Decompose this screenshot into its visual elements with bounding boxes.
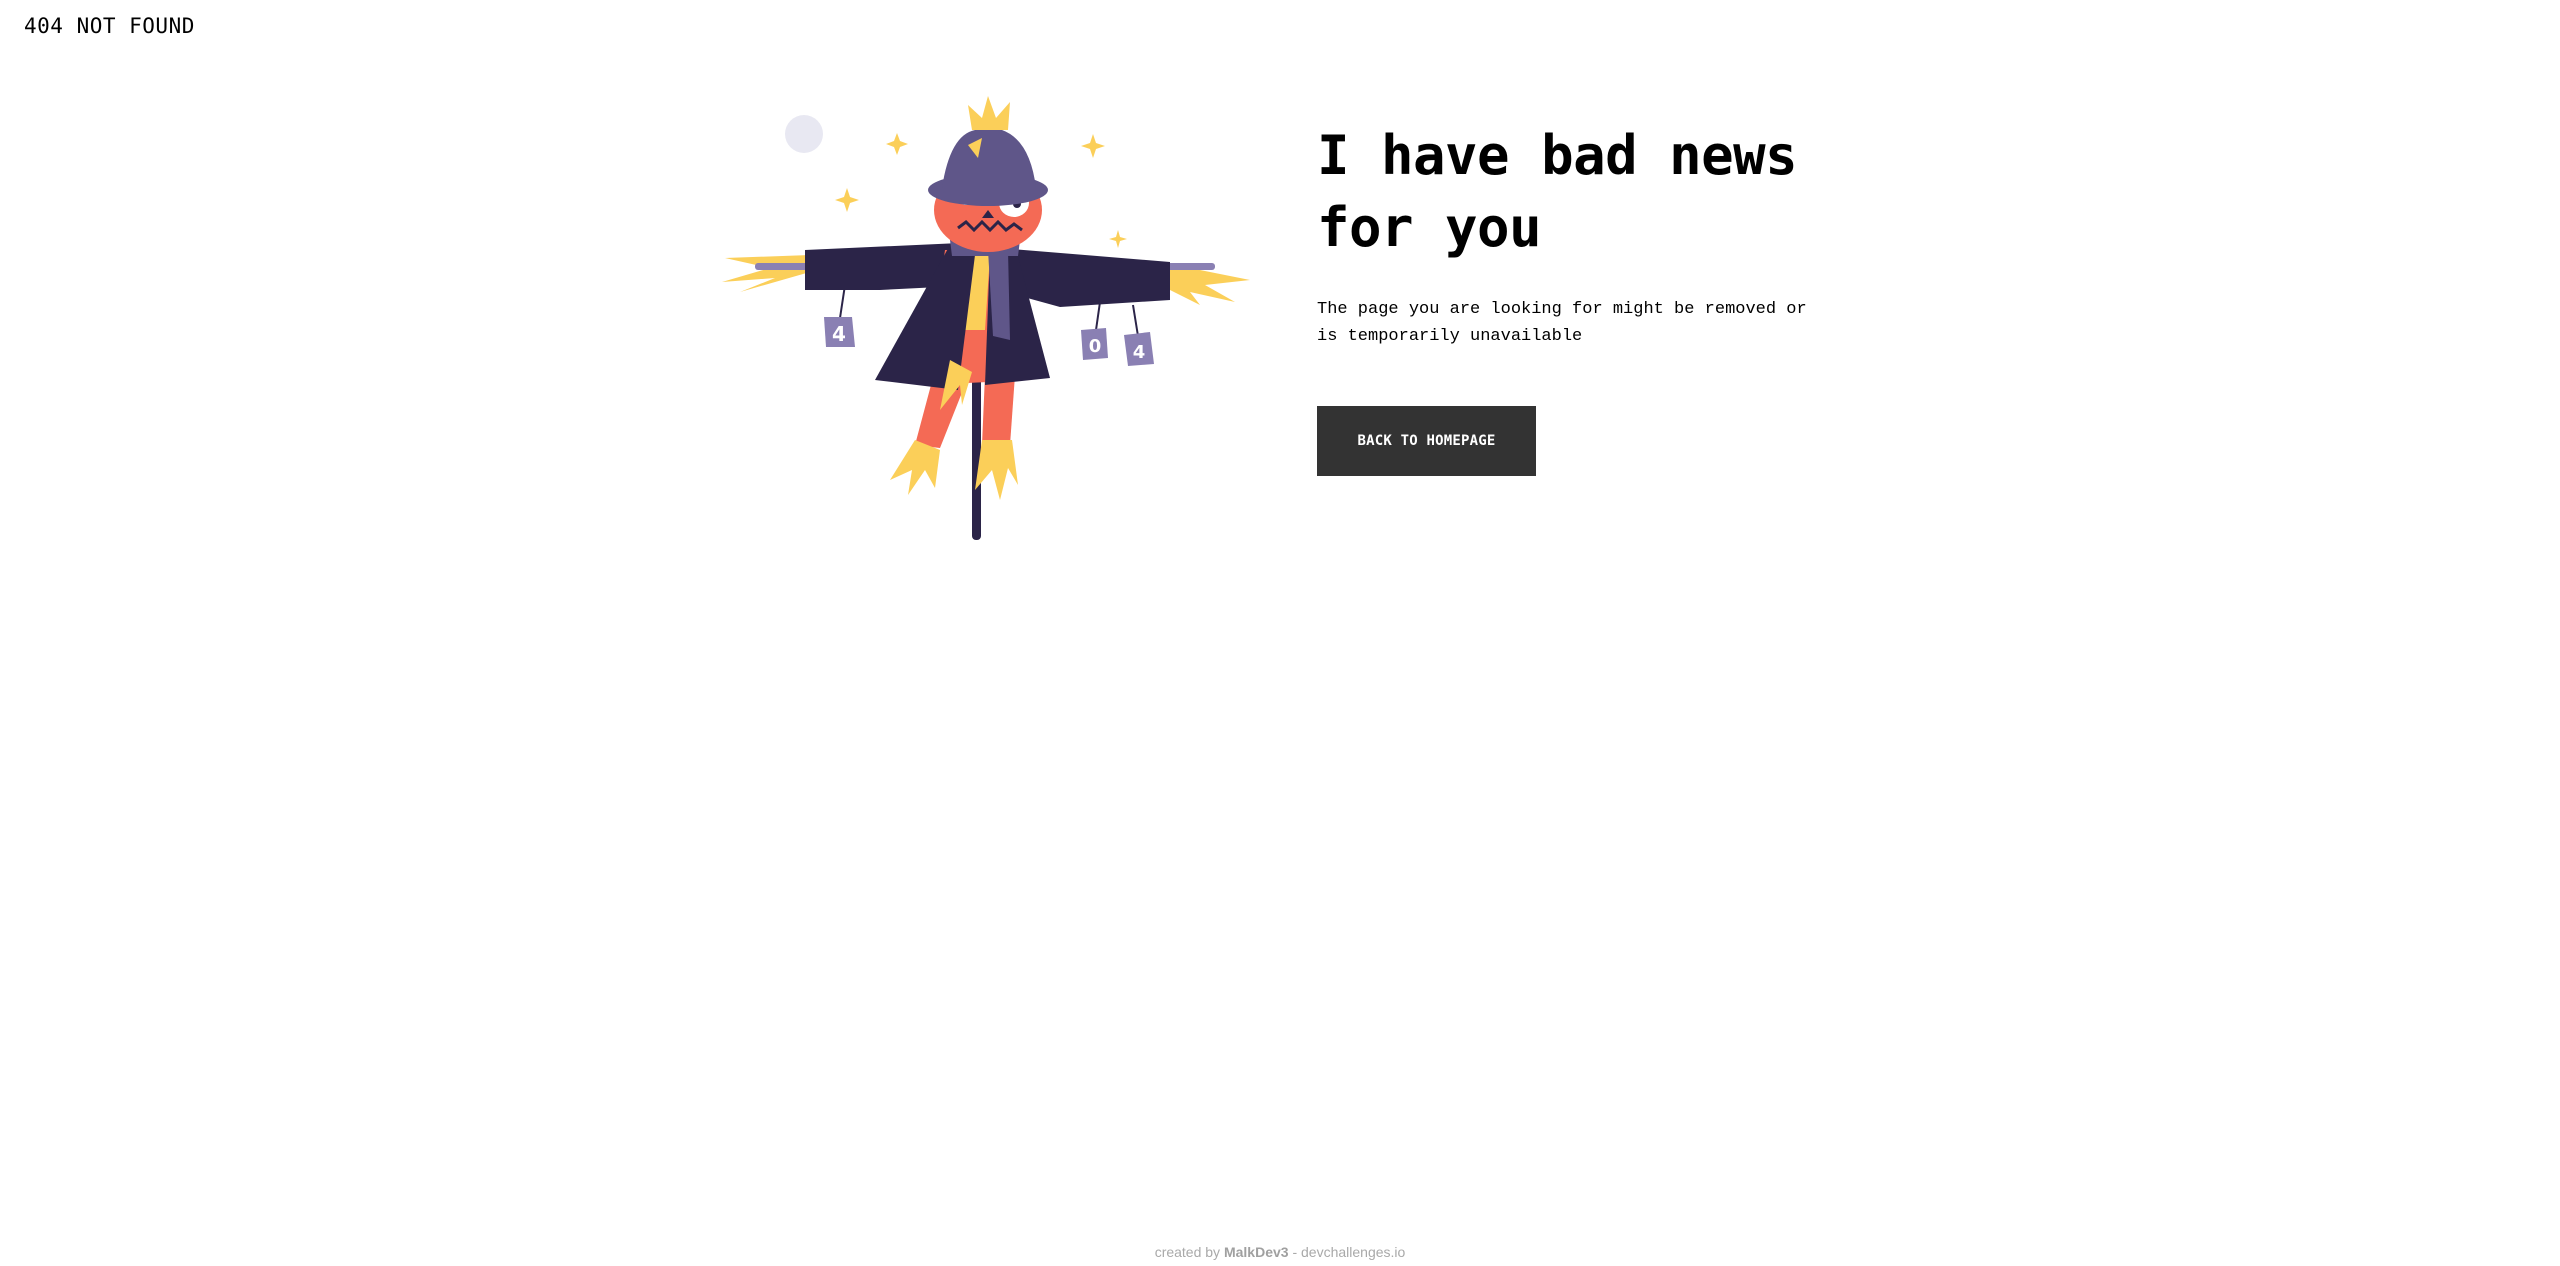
scarecrow-illustration: 4 0 4 <box>722 96 1250 540</box>
svg-text:0: 0 <box>1089 336 1102 357</box>
svg-text:4: 4 <box>1133 342 1146 363</box>
can-icon: 0 <box>1081 328 1108 360</box>
footer-site-link[interactable]: devchallenges.io <box>1301 1244 1405 1260</box>
footer: created by MalkDev3 - devchallenges.io <box>0 1244 2560 1260</box>
headline-line-2: for you <box>1317 196 1542 259</box>
can-icon: 4 <box>824 317 855 347</box>
headline-line-1: I have bad news <box>1317 124 1798 187</box>
moon-icon <box>785 115 823 153</box>
back-to-homepage-button[interactable]: BACK TO HOMEPAGE <box>1317 406 1536 476</box>
svg-text:4: 4 <box>832 322 846 346</box>
footer-separator: - <box>1292 1244 1298 1260</box>
footer-author-link[interactable]: MalkDev3 <box>1224 1244 1289 1260</box>
headline: I have bad news for you <box>1317 120 1837 264</box>
footer-prefix: created by <box>1154 1244 1221 1260</box>
site-title: 404 NOT FOUND <box>24 14 195 38</box>
error-content: I have bad news for you The page you are… <box>1317 120 1837 476</box>
can-icon: 4 <box>1124 332 1154 366</box>
error-description: The page you are looking for might be re… <box>1317 300 1807 346</box>
